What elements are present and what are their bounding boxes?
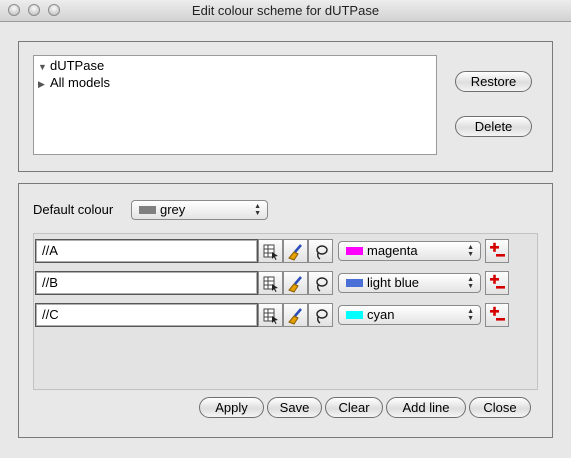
colour-swatch — [346, 311, 363, 319]
model-tree[interactable]: ▼ dUTPase ▶ All models — [33, 55, 437, 155]
window-title: Edit colour scheme for dUTPase — [191, 3, 380, 18]
close-button[interactable]: Close — [469, 397, 531, 418]
paint-brush-icon[interactable] — [283, 239, 308, 263]
lasso-icon[interactable] — [308, 303, 333, 327]
table-pick-icon[interactable] — [258, 239, 283, 263]
paint-brush-icon[interactable] — [283, 271, 308, 295]
rule-colour-select[interactable]: magenta ▲ ▼ — [338, 241, 481, 261]
add-line-button[interactable]: Add line — [386, 397, 466, 418]
tree-item-label: All models — [50, 75, 110, 90]
selection-field[interactable]: //A — [35, 239, 258, 263]
disclosure-open-icon[interactable]: ▼ — [38, 59, 50, 75]
paint-brush-icon[interactable] — [283, 303, 308, 327]
colour-swatch — [346, 279, 363, 287]
select-arrows-icon: ▲ ▼ — [254, 203, 261, 217]
tree-item-label: dUTPase — [50, 58, 105, 73]
lasso-icon[interactable] — [308, 271, 333, 295]
lasso-icon[interactable] — [308, 239, 333, 263]
tree-item-dutpase[interactable]: ▼ dUTPase — [38, 58, 104, 74]
default-colour-label: Default colour — [33, 202, 114, 217]
select-arrows-icon: ▲ ▼ — [467, 244, 474, 258]
grey-swatch — [139, 206, 156, 214]
add-remove-icon[interactable] — [485, 271, 509, 295]
rule-colour-value: cyan — [367, 307, 395, 322]
rule-colour-select[interactable]: light blue ▲ ▼ — [338, 273, 481, 293]
restore-button[interactable]: Restore — [455, 71, 532, 92]
tree-item-all-models[interactable]: ▶ All models — [38, 75, 110, 91]
table-pick-icon[interactable] — [258, 271, 283, 295]
rule-colour-value: light blue — [367, 275, 420, 290]
default-colour-select[interactable]: grey ▲ ▼ — [131, 200, 268, 220]
colour-swatch — [346, 247, 363, 255]
disclosure-closed-icon[interactable]: ▶ — [38, 76, 50, 92]
selection-field[interactable]: //B — [35, 271, 258, 295]
delete-button[interactable]: Delete — [455, 116, 532, 137]
save-button[interactable]: Save — [267, 397, 322, 418]
selection-field[interactable]: //C — [35, 303, 258, 327]
table-pick-icon[interactable] — [258, 303, 283, 327]
add-remove-icon[interactable] — [485, 239, 509, 263]
select-arrows-icon: ▲ ▼ — [467, 308, 474, 322]
rule-colour-value: magenta — [367, 243, 418, 258]
apply-button[interactable]: Apply — [199, 397, 264, 418]
rule-colour-select[interactable]: cyan ▲ ▼ — [338, 305, 481, 325]
clear-button[interactable]: Clear — [325, 397, 383, 418]
default-colour-value: grey — [160, 202, 186, 217]
add-remove-icon[interactable] — [485, 303, 509, 327]
select-arrows-icon: ▲ ▼ — [467, 276, 474, 290]
title-bar: Edit colour scheme for dUTPase — [0, 0, 571, 22]
